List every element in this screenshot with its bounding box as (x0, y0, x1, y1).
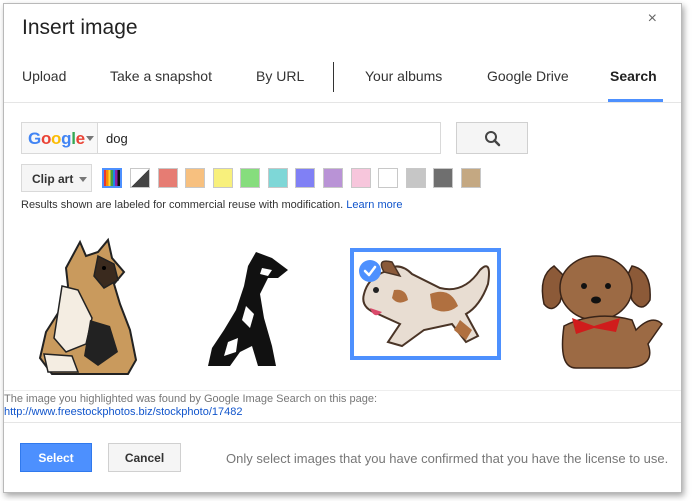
chevron-down-icon (79, 177, 87, 182)
tab-separator (333, 62, 334, 92)
color-swatch-blue[interactable] (295, 168, 315, 188)
dialog-footer: Select Cancel Only select images that yo… (4, 422, 681, 492)
color-swatch-orange[interactable] (185, 168, 205, 188)
license-notice-text: Results shown are labeled for commercial… (21, 199, 344, 211)
image-source-info: The image you highlighted was found by G… (4, 390, 681, 423)
cancel-button[interactable]: Cancel (108, 443, 181, 472)
active-tab-indicator (608, 99, 663, 102)
color-swatch-red[interactable] (158, 168, 178, 188)
brown-puppy-image[interactable] (536, 248, 666, 370)
color-swatch-teal[interactable] (268, 168, 288, 188)
license-notice: Results shown are labeled for commercial… (21, 199, 403, 211)
image-source-link[interactable]: http://www.freestockphotos.biz/stockphot… (4, 406, 242, 418)
image-results (4, 226, 681, 396)
tab-by-url[interactable]: By URL (256, 68, 304, 84)
color-swatch-gray[interactable] (406, 168, 426, 188)
search-engine-dropdown[interactable]: Google (21, 122, 97, 154)
tab-google-drive[interactable]: Google Drive (487, 68, 569, 84)
google-logo: Google (28, 129, 85, 148)
color-swatch-purple[interactable] (323, 168, 343, 188)
image-type-label: Clip art (32, 172, 74, 186)
learn-more-link[interactable]: Learn more (346, 199, 402, 211)
collie-image[interactable] (32, 234, 144, 376)
license-warning: Only select images that you have confirm… (226, 451, 669, 466)
color-swatch-pink[interactable] (351, 168, 371, 188)
color-swatch-any-color[interactable] (102, 168, 122, 188)
tab-bar: Upload Take a snapshot By URL Your album… (4, 60, 681, 103)
image-type-dropdown[interactable]: Clip art (21, 164, 92, 192)
checkmark-icon (359, 260, 381, 282)
tab-search[interactable]: Search (610, 68, 657, 84)
select-button[interactable]: Select (20, 443, 92, 472)
search-button[interactable] (456, 122, 528, 154)
color-swatch-yellow[interactable] (213, 168, 233, 188)
dialog-title: Insert image (22, 16, 138, 39)
image-source-text: The image you highlighted was found by G… (4, 393, 378, 405)
tab-your-albums[interactable]: Your albums (365, 68, 442, 84)
search-icon (485, 131, 501, 147)
color-swatch-white[interactable] (378, 168, 398, 188)
tab-upload[interactable]: Upload (22, 68, 66, 84)
color-swatch-green[interactable] (240, 168, 260, 188)
tab-take-a-snapshot[interactable]: Take a snapshot (110, 68, 212, 84)
search-input[interactable] (97, 122, 441, 154)
chevron-down-icon (86, 136, 94, 141)
pointer-silhouette-image[interactable] (202, 248, 294, 370)
insert-image-dialog: Insert image × Upload Take a snapshot By… (3, 3, 682, 493)
close-icon[interactable]: × (648, 10, 657, 28)
color-swatch-black-and-white[interactable] (130, 168, 150, 188)
color-swatch-brown[interactable] (461, 168, 481, 188)
color-swatch-black[interactable] (433, 168, 453, 188)
